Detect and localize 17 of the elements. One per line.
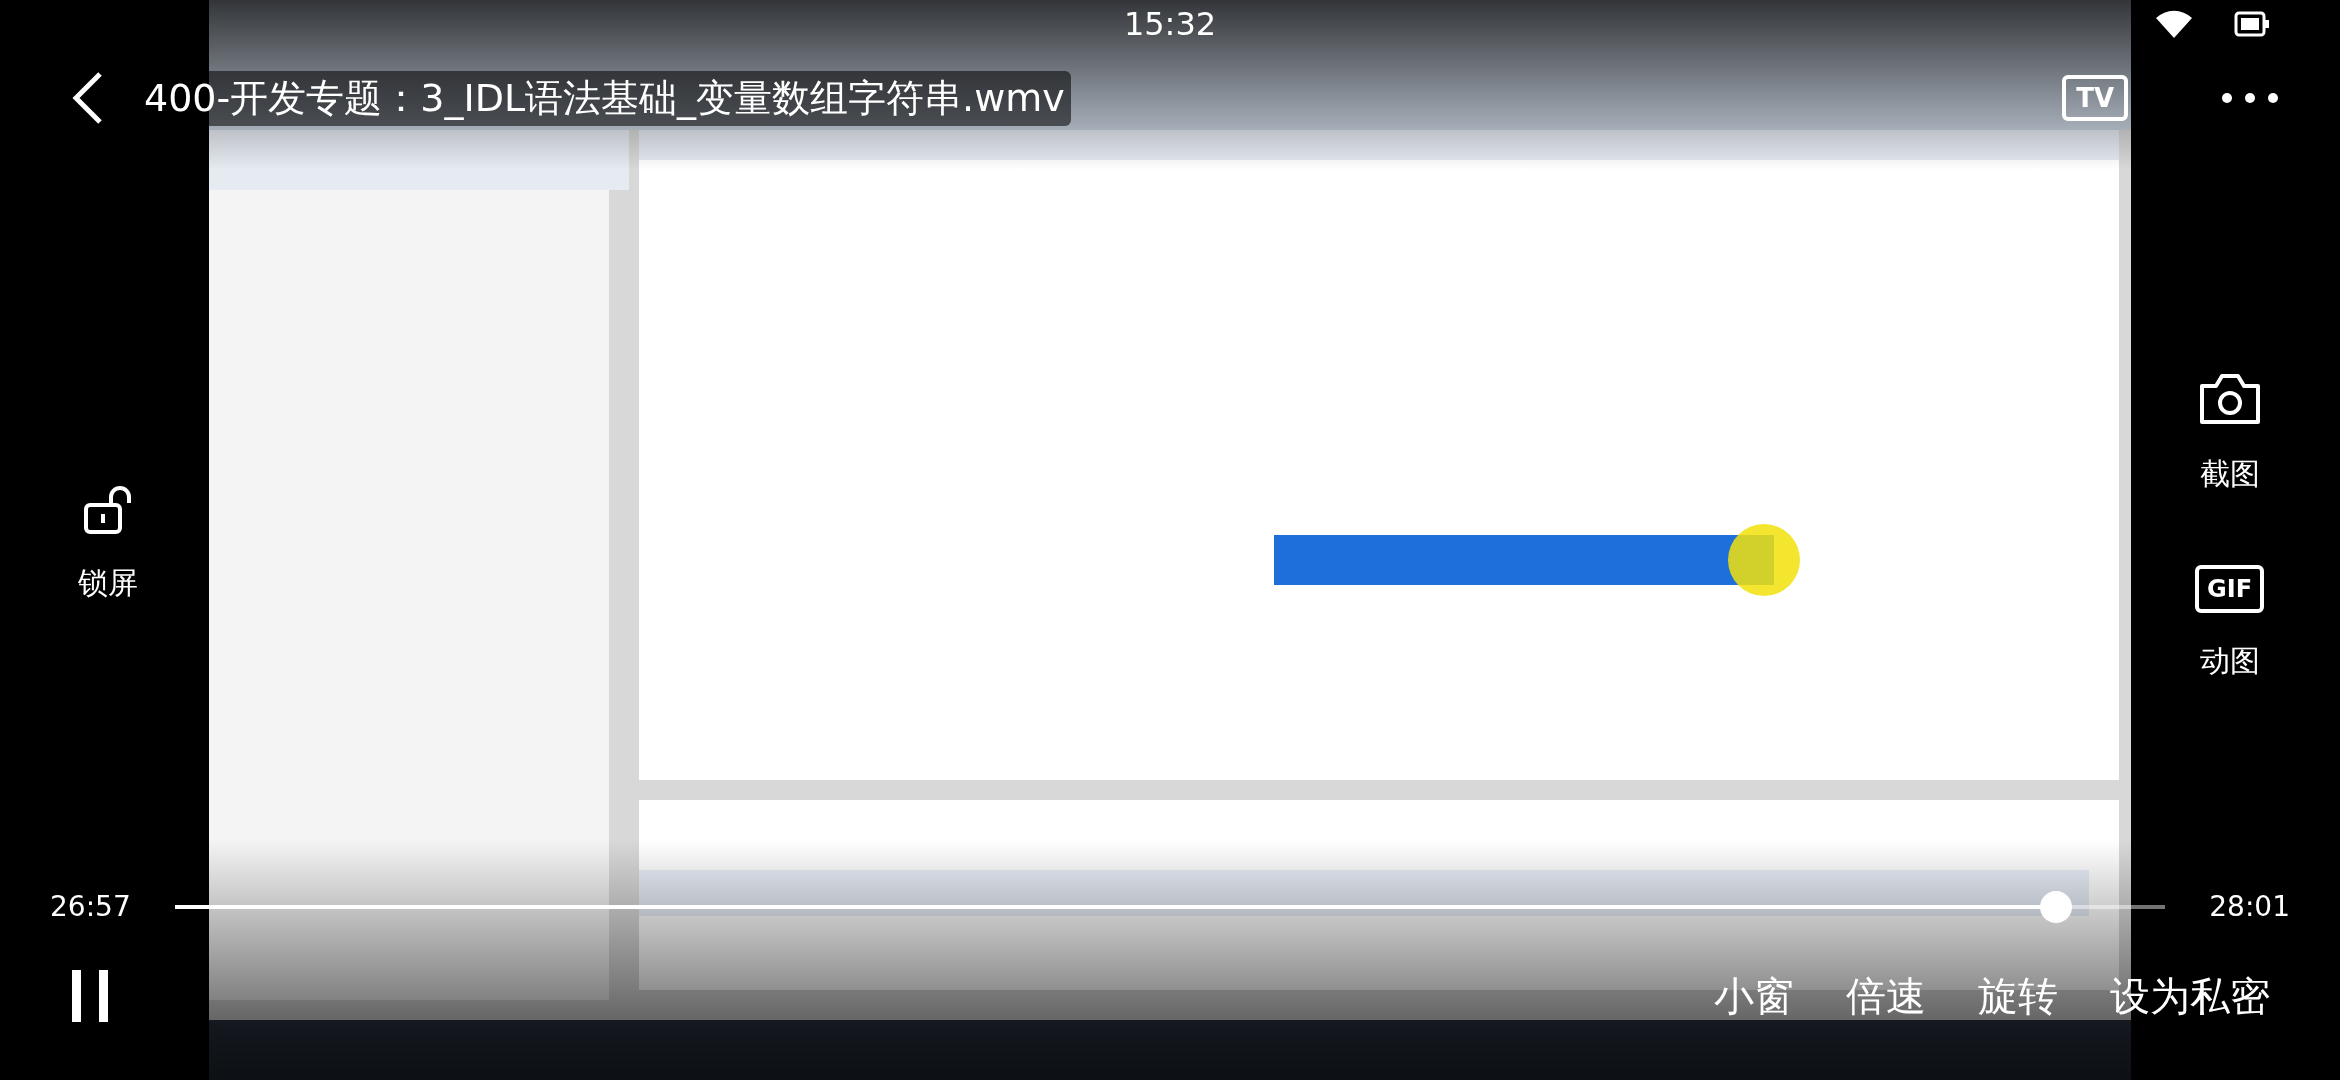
tool-label: 截图: [2199, 455, 2260, 493]
wifi-icon: [2154, 8, 2194, 40]
tv-button[interactable]: TV: [2062, 75, 2128, 121]
player-button[interactable]: 小窗: [1714, 968, 1794, 1024]
status-time: 15:32: [1123, 5, 1217, 43]
camera-icon[interactable]: [2197, 372, 2262, 426]
battery-icon: [2234, 9, 2270, 39]
gif-button[interactable]: GIF: [2195, 565, 2265, 613]
tool-label: 锁屏: [78, 564, 138, 602]
tool-label: 动图: [2199, 642, 2260, 680]
elapsed-time: 26:57: [50, 890, 131, 923]
total-time: 28:01: [2209, 890, 2290, 923]
pause-icon[interactable]: [70, 968, 110, 1024]
more-icon[interactable]: [2220, 91, 2280, 105]
player-button[interactable]: 倍速: [1846, 968, 1926, 1024]
unlock-icon[interactable]: [83, 485, 133, 535]
player-button[interactable]: 旋转: [1978, 968, 2058, 1024]
